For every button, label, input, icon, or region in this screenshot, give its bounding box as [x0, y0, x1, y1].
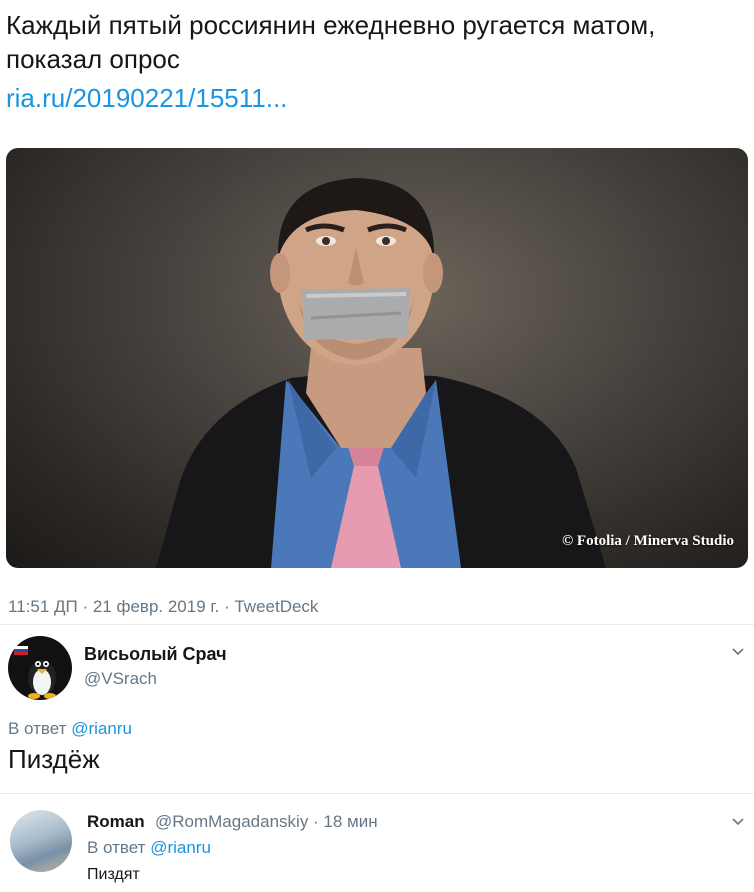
divider — [0, 793, 754, 794]
reply-to-prefix: В ответ — [8, 719, 67, 738]
tweet-link[interactable]: ria.ru/20190221/15511... — [6, 81, 287, 115]
reply-author-name[interactable]: Roman — [87, 812, 145, 832]
reply-text: Пиздят — [87, 866, 140, 883]
reply-author-handle[interactable]: @VSrach — [84, 669, 157, 689]
photo-illustration — [156, 178, 606, 568]
avatar[interactable] — [8, 636, 72, 700]
chevron-down-icon[interactable] — [732, 646, 744, 658]
reply-to-prefix: В ответ — [87, 838, 146, 857]
reply-to-mention[interactable]: @rianru — [150, 838, 211, 857]
reply-text: Пиздёж — [8, 744, 100, 774]
reply-author-name[interactable]: Висьолый Срач — [84, 644, 227, 665]
penguin-icon — [14, 646, 56, 699]
divider — [0, 624, 754, 625]
chevron-down-icon[interactable] — [732, 816, 744, 828]
tweet-photo[interactable]: © Fotolia / Minerva Studio — [6, 148, 748, 568]
reply-author-handle-time[interactable]: @RomMagadanskiy · 18 мин — [155, 812, 378, 832]
reply-to-line: В ответ @rianru — [8, 719, 132, 739]
tweet-text: Каждый пятый россиянин ежедневно ругаетс… — [6, 10, 656, 74]
reply-to-line: В ответ @rianru — [87, 838, 211, 858]
reply-to-mention[interactable]: @rianru — [71, 719, 132, 738]
tweet-meta: 11:51 ДП · 21 февр. 2019 г. · TweetDeck — [8, 597, 319, 616]
photo-credit: © Fotolia / Minerva Studio — [561, 533, 734, 549]
avatar[interactable] — [10, 810, 72, 872]
